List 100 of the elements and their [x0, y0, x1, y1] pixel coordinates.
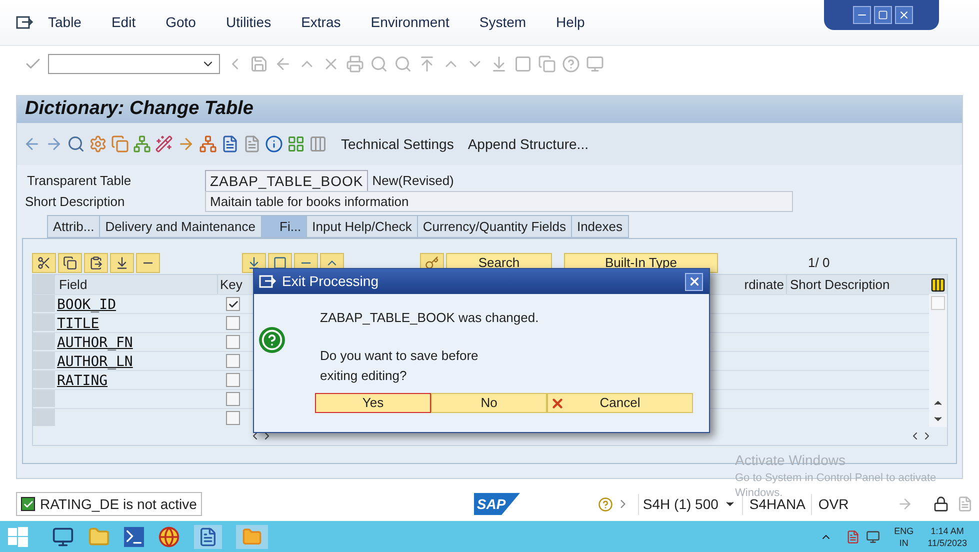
field-cell[interactable]: RATING: [55, 371, 217, 389]
dialog-message: ZABAP_TABLE_BOOK was changed.: [320, 309, 539, 327]
scroll-thumb[interactable]: [931, 296, 945, 310]
columns-icon[interactable]: [309, 135, 327, 153]
clock-time[interactable]: 1:14 AM: [930, 524, 964, 536]
menu-icon[interactable]: [16, 16, 34, 30]
key-checkbox[interactable]: [226, 297, 240, 311]
dialog-question: exiting editing?: [320, 367, 408, 385]
menu-item[interactable]: Help: [556, 12, 585, 33]
activation-title: Activate Windows: [735, 451, 846, 470]
description-field[interactable]: Maitain table for books information: [205, 190, 793, 212]
tab[interactable]: Attrib...: [47, 215, 100, 238]
search-icon[interactable]: [370, 54, 388, 72]
print-icon[interactable]: [346, 54, 364, 72]
field-cell[interactable]: AUTHOR_LN: [55, 352, 217, 370]
cut-icon[interactable]: [32, 253, 56, 273]
menu-item[interactable]: System: [479, 12, 526, 33]
field-cell[interactable]: BOOK_ID: [55, 295, 217, 313]
lock-icon[interactable]: [932, 496, 949, 512]
key-checkbox[interactable]: [226, 373, 240, 387]
column-header[interactable]: rdinate: [709, 275, 786, 294]
terminal-icon[interactable]: [124, 526, 144, 546]
row-counter: 1/ 0: [808, 254, 830, 272]
column-header[interactable]: Field: [55, 275, 217, 294]
info-icon[interactable]: [265, 135, 283, 153]
vertical-scrollbar[interactable]: [929, 294, 947, 427]
grid-icon[interactable]: [287, 135, 305, 153]
tab[interactable]: Delivery and Maintenance: [99, 215, 262, 238]
dialog-title: Exit Processing: [282, 272, 380, 291]
dialog-button[interactable]: Yes: [315, 393, 431, 413]
document-icon[interactable]: [194, 524, 222, 548]
tab[interactable]: Currency/Quantity Fields: [416, 215, 572, 238]
menu-item[interactable]: Edit: [111, 12, 136, 33]
language[interactable]: ENG: [894, 524, 914, 536]
wand-icon[interactable]: [155, 135, 173, 153]
dialog-icon: [259, 274, 277, 288]
menu-item[interactable]: Extras: [301, 12, 341, 33]
field-label: Transparent Table: [26, 172, 132, 190]
export-icon[interactable]: [177, 135, 195, 153]
checkmark-icon: [228, 298, 238, 310]
help-icon[interactable]: [598, 496, 613, 512]
system-info[interactable]: S4H (1) 500: [638, 494, 736, 514]
close-glyph-icon: [898, 9, 910, 21]
restore-icon[interactable]: [874, 6, 892, 24]
key-checkbox[interactable]: [226, 316, 240, 330]
folder-icon[interactable]: [88, 526, 110, 548]
menu-item[interactable]: Utilities: [226, 12, 272, 33]
status-message[interactable]: RATING_DE is not active: [16, 492, 202, 516]
first-page-icon[interactable]: [418, 54, 436, 72]
key-checkbox[interactable]: [226, 335, 240, 349]
menu-item[interactable]: Table: [48, 12, 82, 33]
dialog-button[interactable]: Cancel: [547, 393, 693, 413]
cancel-icon: [550, 396, 565, 410]
structure-icon[interactable]: [199, 135, 217, 153]
toolbar-button[interactable]: Technical Settings: [341, 134, 454, 154]
region[interactable]: IN: [899, 536, 908, 548]
find-next-icon[interactable]: [394, 54, 412, 72]
column-header[interactable]: Short Description: [786, 275, 929, 294]
close-icon[interactable]: [895, 6, 913, 24]
last-page-icon[interactable]: [490, 54, 508, 72]
copy-icon[interactable]: [58, 253, 82, 273]
table-status: New(Revised): [372, 172, 454, 190]
document-icon[interactable]: [243, 135, 261, 153]
activate-icon[interactable]: [89, 135, 107, 153]
hierarchy-icon[interactable]: [133, 135, 151, 153]
screen-title: Dictionary: Change Table: [25, 97, 254, 122]
field-label: Short Description: [25, 192, 126, 211]
list-icon[interactable]: [221, 135, 239, 153]
tab[interactable]: Input Help/Check: [306, 215, 418, 238]
restore-glyph-icon: [878, 10, 888, 20]
help-icon[interactable]: [562, 54, 580, 72]
menu-item[interactable]: Environment: [370, 12, 450, 33]
field-cell[interactable]: AUTHOR_FN: [55, 333, 217, 351]
activation-text: Go to System in Control Panel to activate: [735, 471, 936, 486]
select-all-cell[interactable]: [33, 275, 55, 294]
save-icon[interactable]: [250, 54, 268, 72]
tab[interactable]: Indexes: [570, 215, 629, 238]
insert-row-icon[interactable]: [110, 253, 134, 273]
paste-icon[interactable]: [84, 253, 108, 273]
command-field[interactable]: [48, 54, 220, 74]
display-icon[interactable]: [67, 135, 85, 153]
transfer-icon[interactable]: [896, 496, 913, 512]
start-icon[interactable]: [8, 526, 28, 546]
dialog-button[interactable]: No: [431, 393, 547, 413]
browser-icon[interactable]: [158, 526, 180, 548]
forward-arrow-icon[interactable]: [45, 135, 63, 153]
column-header[interactable]: Key: [217, 275, 249, 294]
key-checkbox[interactable]: [226, 392, 240, 406]
table-name-field[interactable]: ZABAP_TABLE_BOOK: [205, 170, 368, 192]
minimize-icon[interactable]: [853, 6, 871, 24]
key-checkbox[interactable]: [226, 354, 240, 368]
menu-item[interactable]: Goto: [166, 12, 196, 33]
field-cell[interactable]: TITLE: [55, 314, 217, 332]
tab[interactable]: Fi...: [260, 215, 308, 238]
clock-date[interactable]: 11/5/2023: [928, 536, 967, 548]
dialog-question: Do you want to save before: [320, 347, 480, 365]
insert-mode: OVR: [811, 494, 849, 514]
key-checkbox[interactable]: [226, 411, 240, 425]
shortcut-icon[interactable]: [538, 54, 556, 72]
toolbar-button[interactable]: Append Structure...: [468, 134, 588, 154]
